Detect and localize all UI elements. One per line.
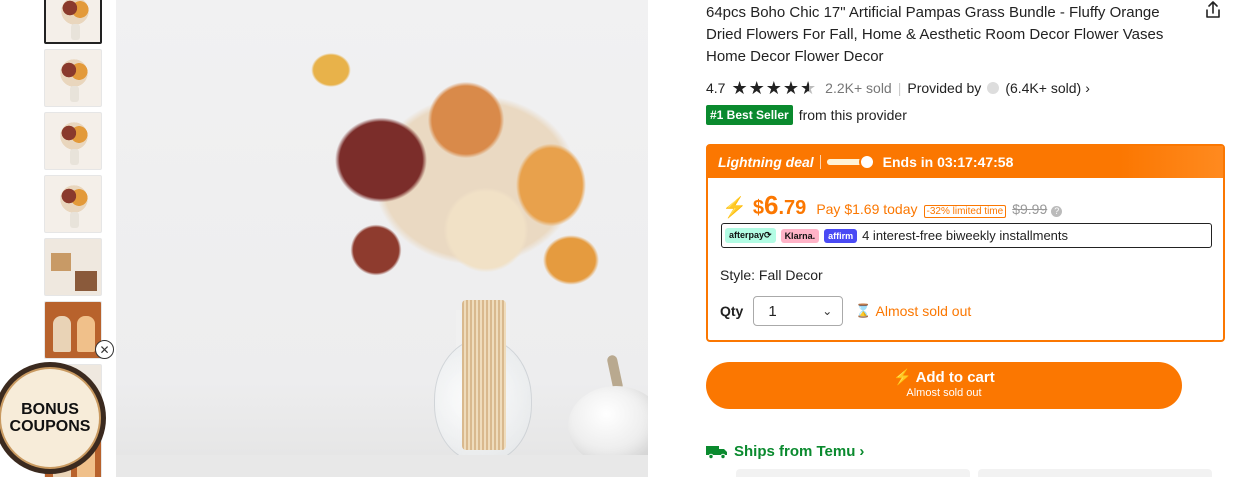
price-integer: 6 xyxy=(764,190,779,220)
white-pumpkin xyxy=(568,386,648,466)
sold-count: 2.2K+ sold xyxy=(825,80,892,96)
star-icon: ★ xyxy=(782,78,800,98)
thumbnail-3[interactable] xyxy=(44,112,102,170)
thumbnail-2[interactable] xyxy=(44,49,102,107)
installments-banner[interactable]: afterpay⟳ Klarna. affirm 4 interest-free… xyxy=(721,223,1212,248)
provider-logo-icon xyxy=(987,82,1000,94)
thumbnail-5[interactable] xyxy=(44,238,102,296)
bouquet-illustration xyxy=(296,40,648,320)
quantity-value: 1 xyxy=(768,302,777,320)
main-product-image[interactable] xyxy=(116,0,648,477)
half-star-icon: ★ xyxy=(800,78,817,98)
hourglass-icon: ⌛ xyxy=(855,303,872,318)
deal-progress-bar xyxy=(826,154,876,170)
afterpay-badge: afterpay⟳ xyxy=(725,228,776,243)
thumbnail-4[interactable] xyxy=(44,175,102,233)
stock-status: ⌛ Almost sold out xyxy=(855,303,971,319)
pay-today: Pay $1.69 today xyxy=(816,201,918,217)
bonus-coupons-text: BONUS COUPONS xyxy=(1,369,99,467)
thumbnail-6[interactable] xyxy=(44,301,102,359)
qty-row: Qty 1 ⌄ ⌛ Almost sold out xyxy=(720,296,971,326)
provided-by-label: Provided by xyxy=(907,80,982,96)
bonus-line-2: COUPONS xyxy=(9,418,91,435)
clock-icon xyxy=(859,154,876,170)
divider: | xyxy=(897,80,902,96)
klarna-badge: Klarna. xyxy=(780,228,820,243)
discount-tag: -32% limited time xyxy=(923,205,1007,218)
provider-chevron-icon[interactable]: › xyxy=(1085,80,1090,96)
info-icon[interactable]: ? xyxy=(1051,206,1063,217)
style-value: Fall Decor xyxy=(758,267,823,283)
star-icon: ★ xyxy=(731,78,748,98)
ships-from-label: Ships from Temu xyxy=(734,443,856,460)
stems xyxy=(462,300,506,450)
original-price: $9.99 xyxy=(1012,201,1048,217)
rating-row: 4.7 ★ ★ ★ ★ ★ 2.2K+ sold | Provided by (… xyxy=(706,78,1090,98)
add-to-cart-sublabel: Almost sold out xyxy=(906,387,982,399)
lightning-deal-box: Lightning deal Ends in 03:17:47:58 ⚡ $ 6… xyxy=(706,144,1225,342)
price-row: ⚡ $ 6 .79 Pay $1.69 today -32% limited t… xyxy=(722,190,1063,221)
ships-from-link[interactable]: Ships from Temu › xyxy=(706,443,864,460)
share-icon[interactable] xyxy=(1203,0,1223,20)
divider xyxy=(819,155,821,169)
lightning-bolt-icon: ⚡ xyxy=(722,197,747,219)
bonus-line-1: BONUS xyxy=(21,401,79,418)
price-currency: $ xyxy=(752,197,765,219)
best-seller-row: #1 Best Seller from this provider xyxy=(706,105,907,125)
chevron-right-icon: › xyxy=(859,443,865,460)
provider-sold[interactable]: (6.4K+ sold) xyxy=(1005,80,1081,96)
close-icon[interactable]: ✕ xyxy=(95,340,114,359)
style-label: Style: xyxy=(720,267,756,283)
lightning-deal-label: Lightning deal xyxy=(718,154,814,170)
chevron-down-icon: ⌄ xyxy=(822,304,833,318)
rating-value: 4.7 xyxy=(706,80,726,96)
table-surface xyxy=(116,455,648,477)
best-seller-badge: #1 Best Seller xyxy=(706,105,793,125)
affirm-badge: affirm xyxy=(824,228,858,243)
qty-label: Qty xyxy=(720,303,744,319)
star-icon: ★ xyxy=(748,78,765,98)
best-seller-suffix: from this provider xyxy=(798,107,907,123)
truck-icon xyxy=(706,445,727,459)
star-icon: ★ xyxy=(765,78,782,98)
installments-text: 4 interest-free biweekly installments xyxy=(862,228,1069,243)
deal-header: Lightning deal Ends in 03:17:47:58 xyxy=(708,146,1223,178)
thumbnail-1[interactable] xyxy=(44,0,102,44)
cart-label-text: Add to cart xyxy=(915,369,995,386)
product-title: 64pcs Boho Chic 17" Artificial Pampas Gr… xyxy=(706,4,1164,65)
add-to-cart-button[interactable]: ⚡ Add to cart Almost sold out xyxy=(706,362,1182,409)
deal-countdown: Ends in 03:17:47:58 xyxy=(882,154,1014,170)
stock-status-text: Almost sold out xyxy=(875,303,972,319)
price-decimal: .79 xyxy=(778,197,807,219)
style-row: Style: Fall Decor xyxy=(720,267,823,283)
shipping-details-tabs xyxy=(736,469,1212,477)
quantity-select[interactable]: 1 ⌄ xyxy=(753,296,844,326)
lightning-bolt-icon: ⚡ xyxy=(893,369,912,386)
star-rating[interactable]: ★ ★ ★ ★ ★ xyxy=(731,79,817,97)
add-to-cart-label: ⚡ Add to cart xyxy=(706,368,1182,386)
